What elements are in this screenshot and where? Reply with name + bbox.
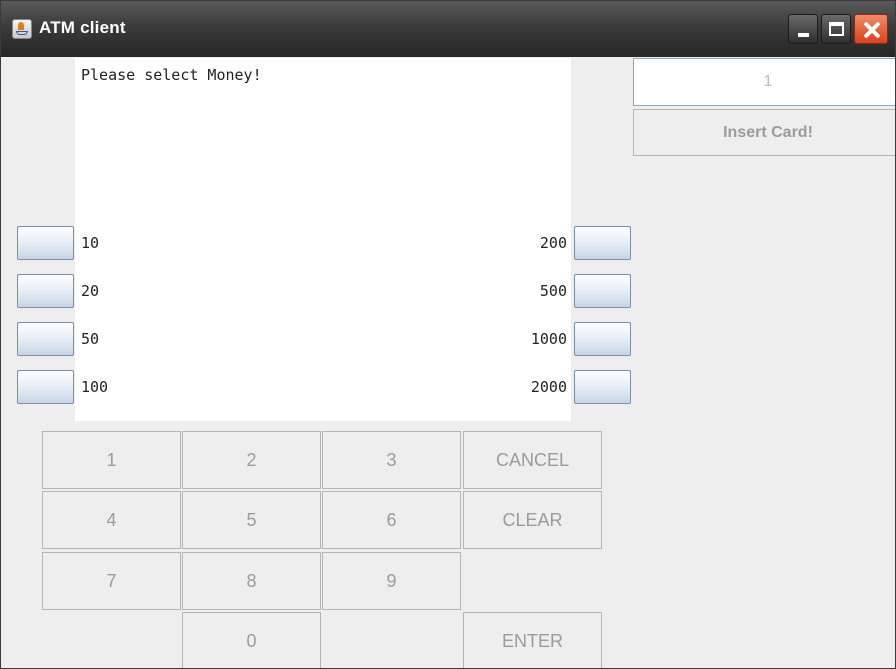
key-3-button[interactable]: 3	[322, 431, 461, 489]
select-left-4-button[interactable]	[17, 370, 74, 404]
clear-button[interactable]: CLEAR	[463, 491, 602, 549]
amount-option-right-4: 2000	[530, 378, 567, 396]
maximize-icon[interactable]	[821, 14, 851, 44]
key-6-button[interactable]: 6	[322, 491, 461, 549]
amount-option-left-4: 100	[81, 378, 109, 396]
amount-option-right-2: 500	[539, 282, 567, 300]
window-title: ATM client	[39, 18, 126, 37]
key-5-button[interactable]: 5	[182, 491, 321, 549]
title-bar[interactable]: ATM client	[1, 1, 895, 57]
close-icon[interactable]	[854, 14, 888, 44]
select-right-1-button[interactable]	[574, 226, 631, 260]
enter-button[interactable]: ENTER	[463, 612, 602, 668]
display-message: Please select Money!	[81, 66, 262, 84]
key-9-button[interactable]: 9	[322, 552, 461, 610]
select-right-4-button[interactable]	[574, 370, 631, 404]
select-right-2-button[interactable]	[574, 274, 631, 308]
key-1-button[interactable]: 1	[42, 431, 181, 489]
java-app-icon	[12, 19, 32, 39]
insert-card-button[interactable]: Insert Card!	[633, 109, 895, 156]
key-7-button[interactable]: 7	[42, 552, 181, 610]
amount-option-right-1: 200	[539, 234, 567, 252]
key-8-button[interactable]: 8	[182, 552, 321, 610]
key-2-button[interactable]: 2	[182, 431, 321, 489]
select-left-2-button[interactable]	[17, 274, 74, 308]
atm-client-window: ATM client Please select Money! 10 20 50…	[0, 0, 896, 669]
select-right-3-button[interactable]	[574, 322, 631, 356]
cancel-button[interactable]: CANCEL	[463, 431, 602, 489]
amount-option-left-1: 10	[81, 234, 100, 252]
minimize-icon[interactable]	[788, 14, 818, 44]
card-number-field[interactable]: 1	[633, 58, 895, 106]
atm-display: Please select Money! 10 20 50 100 200 50…	[75, 58, 571, 421]
select-left-1-button[interactable]	[17, 226, 74, 260]
key-0-button[interactable]: 0	[182, 612, 321, 668]
amount-option-left-3: 50	[81, 330, 100, 348]
amount-option-left-2: 20	[81, 282, 100, 300]
select-left-3-button[interactable]	[17, 322, 74, 356]
amount-option-right-3: 1000	[530, 330, 567, 348]
key-4-button[interactable]: 4	[42, 491, 181, 549]
